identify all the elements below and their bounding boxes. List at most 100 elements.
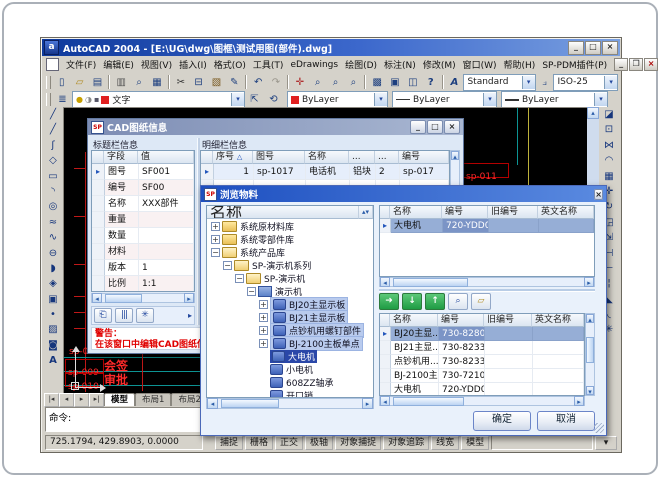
make-layer-current-icon[interactable]: ⇱ (245, 91, 264, 108)
table-row[interactable]: 数量 (92, 228, 194, 244)
scroll-right-icon[interactable]: ▸ (574, 396, 584, 406)
chevron-down-icon[interactable]: ▾ (604, 76, 617, 89)
tree-item[interactable]: −SP-演示机 (207, 272, 373, 285)
circle-icon[interactable]: ◎ (45, 199, 62, 214)
menu-file[interactable]: 文件(F) (66, 58, 96, 71)
scroll-left-icon[interactable]: ◂ (92, 293, 102, 303)
linetype-combo[interactable]: ByLayer ▾ (392, 91, 497, 108)
undo-icon[interactable]: ↶ (249, 74, 267, 91)
scroll-down-icon[interactable]: ▾ (586, 386, 594, 395)
designcenter-icon[interactable]: ◫ (404, 74, 422, 91)
tree-collapse-icon[interactable]: − (247, 287, 256, 296)
menu-sp-pdm[interactable]: SP-PDM插件(P) (542, 58, 607, 71)
maximize-button[interactable]: □ (427, 120, 443, 134)
field-table[interactable]: 字段 值 ▸图号SF001 编号SF00 名称XXX部件 重量 数量 材料 版本… (91, 150, 195, 292)
tab-model[interactable]: 模型 (104, 393, 135, 406)
status-menu-icon[interactable]: ▾ (595, 436, 617, 450)
scroll-up-icon[interactable]: ▴ (451, 151, 459, 160)
tree-expand-icon[interactable]: + (259, 339, 268, 348)
scroll-right-icon[interactable]: ▸ (362, 398, 373, 409)
browse-titlebar[interactable]: SP 浏览物料 × (201, 186, 606, 202)
text-style-combo[interactable]: Standard▾ (463, 74, 535, 91)
table-row[interactable]: 名称XXX部件 (92, 196, 194, 212)
spline-icon[interactable]: ∿ (45, 230, 62, 245)
tree-expand-icon[interactable]: + (259, 326, 268, 335)
move-down-icon[interactable]: ↓ (402, 293, 422, 310)
osnap-toggle[interactable]: 对象捕捉 (335, 436, 381, 450)
top-table-hscrollbar[interactable]: ◂ ▸ (379, 277, 595, 287)
col-oldcode[interactable]: 旧编号 (488, 206, 538, 219)
tree-expand-icon[interactable]: + (211, 235, 220, 244)
rectangle-icon[interactable]: ▭ (45, 169, 62, 184)
scroll-left-icon[interactable]: ◂ (380, 396, 390, 406)
add-gear-icon[interactable]: ✳ (136, 308, 154, 323)
lineweight-toggle[interactable]: 线宽 (431, 436, 459, 450)
minimize-button[interactable]: _ (410, 120, 426, 134)
insert-block-icon[interactable]: ◈ (45, 276, 62, 291)
tree-item[interactable]: 开口销 (207, 389, 373, 398)
bottom-table-hscrollbar[interactable]: ◂ ▸ (379, 396, 585, 406)
resize-grip[interactable] (594, 423, 604, 433)
save-icon[interactable]: ▤ (89, 74, 107, 91)
mirror-icon[interactable]: ⋈ (601, 138, 618, 153)
col-oldcode[interactable]: 旧编号 (484, 314, 532, 327)
col-name[interactable]: 名称 (390, 206, 442, 219)
tree-item[interactable]: −SP-演示机系列 (207, 259, 373, 272)
color-combo[interactable]: ByLayer ▾ (287, 91, 388, 108)
table-row[interactable]: 大电机 720-YDD0... (380, 383, 584, 396)
publish-icon[interactable]: ▦ (148, 74, 166, 91)
erase-icon[interactable]: ◪ (601, 107, 618, 122)
table-row[interactable]: 编号SF00 (92, 180, 194, 196)
col-field[interactable]: 字段 (104, 151, 138, 164)
aerial-view-icon[interactable]: ▩ (368, 74, 386, 91)
table-row[interactable]: ▸ 1 sp-1017 电话机 铝块 2 sp-017 (201, 164, 449, 180)
help-icon[interactable]: ? (422, 74, 440, 91)
col-drawno[interactable]: 图号 (253, 151, 305, 164)
tree-collapse-icon[interactable]: − (235, 274, 244, 283)
offset-icon[interactable]: ◠ (601, 153, 618, 168)
make-block-icon[interactable]: ▣ (45, 292, 62, 307)
scroll-thumb[interactable] (105, 294, 142, 303)
menu-edrawings[interactable]: eDrawings (290, 60, 338, 70)
toolbar-grip[interactable] (46, 76, 51, 89)
table-row[interactable]: BJ-2100主... 730-7210... (380, 369, 584, 383)
menu-modify[interactable]: 修改(M) (423, 58, 456, 71)
chevron-down-icon[interactable]: ▾ (231, 93, 244, 106)
paste-icon[interactable]: ▧ (208, 74, 226, 91)
tree-item[interactable]: 小电机 (207, 363, 373, 376)
table-row[interactable]: 版本1 (92, 260, 194, 276)
open-icon[interactable]: ▱ (71, 74, 89, 91)
tree-header[interactable]: 名称 (207, 206, 359, 219)
scroll-thumb[interactable] (393, 397, 464, 406)
scroll-up-icon[interactable]: ▴ (587, 107, 599, 119)
tree-hscrollbar[interactable]: ◂ ▸ (206, 398, 374, 409)
new-icon[interactable]: ▯ (53, 74, 71, 91)
region-icon[interactable]: ◙ (45, 338, 62, 353)
layer-manager-icon[interactable]: ≣ (53, 91, 72, 108)
menu-draw[interactable]: 绘图(D) (345, 58, 377, 71)
arc-icon[interactable]: ◝ (45, 184, 62, 199)
title-bar[interactable]: a AutoCAD 2004 - [E:\UG\dwg\图框\测试用图(部件).… (42, 39, 620, 56)
scroll-thumb[interactable] (393, 278, 468, 287)
close-icon[interactable]: × (444, 120, 460, 134)
table-row[interactable]: 点钞机用... 730-8233... (380, 355, 584, 369)
prev-tab-icon[interactable]: ◂ (59, 393, 74, 407)
ellipse-arc-icon[interactable]: ◗ (45, 261, 62, 276)
line-icon[interactable]: ╱ (45, 107, 62, 122)
menu-tools[interactable]: 工具(T) (253, 58, 284, 71)
lineweight-combo[interactable]: ByLayer ▾ (501, 91, 608, 108)
chevron-down-icon[interactable]: ▾ (483, 93, 496, 106)
tree-item[interactable]: +BJ-2100主板单点 (207, 337, 373, 350)
scroll-left-icon[interactable]: ◂ (380, 277, 390, 287)
ortho-toggle[interactable]: 正交 (275, 436, 303, 450)
close-button[interactable]: × (602, 41, 618, 55)
col-english[interactable]: 英文名称 (532, 314, 584, 327)
scroll-thumb[interactable] (586, 337, 594, 363)
cancel-button[interactable]: 取消 (537, 411, 595, 431)
col-code[interactable]: 编号 (438, 314, 484, 327)
scroll-up-icon[interactable]: ▴ (586, 314, 594, 323)
scroll-right-icon[interactable]: ▸ (584, 277, 594, 287)
scroll-thumb[interactable] (221, 399, 279, 408)
table-row[interactable]: ▸ BJ20主显... 730-8280... (380, 327, 584, 341)
col-value[interactable]: 值 (138, 151, 194, 164)
